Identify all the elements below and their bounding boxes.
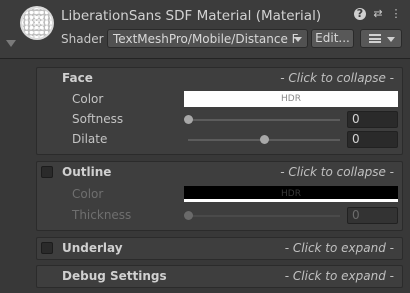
header-icons: ? ⇄ ⋮ (354, 8, 402, 20)
dilate-slider-thumb[interactable] (260, 135, 269, 144)
material-header: LiberationSans SDF Material (Material) ?… (0, 0, 410, 59)
material-title: LiberationSans SDF Material (Material) (61, 8, 322, 24)
face-title: Face (62, 71, 93, 85)
edit-shader-button[interactable]: Edit... (311, 29, 354, 48)
softness-input[interactable]: 0 (347, 111, 398, 128)
face-color-hdr: HDR (281, 94, 301, 104)
face-section: Face - Click to collapse - Color HDR Sof… (36, 67, 403, 155)
more-icon[interactable]: ⋮ (390, 8, 402, 20)
list-icon (369, 34, 381, 43)
softness-slider[interactable] (184, 115, 340, 124)
outline-color-field[interactable]: HDR (184, 186, 398, 202)
underlay-expand-hint: - Click to expand - (284, 241, 394, 255)
face-color-label: Color (72, 92, 104, 106)
dropdown-arrow-icon (294, 37, 302, 42)
outline-enable-checkbox[interactable] (41, 166, 53, 178)
outline-section-header[interactable]: Outline - Click to collapse - (37, 162, 402, 182)
preset-icon[interactable]: ⇄ (372, 8, 384, 20)
shader-options-button[interactable] (360, 29, 402, 48)
underlay-title: Underlay (62, 241, 123, 255)
shader-dropdown[interactable]: TextMeshPro/Mobile/Distance F (107, 29, 308, 48)
outline-title: Outline (62, 165, 112, 179)
underlay-section-header[interactable]: Underlay - Click to expand - (37, 238, 402, 258)
foldout-arrow-icon[interactable] (6, 40, 16, 47)
face-section-header[interactable]: Face - Click to collapse - (37, 68, 402, 88)
dropdown-arrow-icon (387, 37, 395, 42)
dilate-slider[interactable] (188, 135, 340, 144)
underlay-section: Underlay - Click to expand - (36, 237, 403, 260)
outline-color-label: Color (72, 187, 104, 201)
underlay-enable-checkbox[interactable] (41, 242, 53, 254)
softness-slider-thumb[interactable] (184, 115, 193, 124)
dilate-input[interactable]: 0 (347, 131, 398, 148)
debug-section: Debug Settings - Click to expand - (36, 265, 403, 288)
outline-section: Outline - Click to collapse - Color HDR … (36, 161, 403, 231)
help-icon[interactable]: ? (354, 8, 366, 20)
shader-dropdown-value: TextMeshPro/Mobile/Distance F (113, 32, 299, 46)
dilate-label: Dilate (72, 132, 108, 146)
face-color-field[interactable]: HDR (184, 91, 398, 107)
softness-label: Softness (72, 112, 124, 126)
thickness-label: Thickness (72, 208, 132, 222)
thickness-slider[interactable] (184, 211, 340, 220)
debug-section-header[interactable]: Debug Settings - Click to expand - (37, 266, 402, 286)
shader-label: Shader (61, 32, 104, 46)
face-collapse-hint: - Click to collapse - (280, 71, 394, 85)
outline-color-hdr: HDR (281, 189, 301, 199)
debug-title: Debug Settings (62, 269, 167, 283)
thickness-input[interactable]: 0 (347, 207, 398, 224)
debug-expand-hint: - Click to expand - (284, 269, 394, 283)
material-preview-thumbnail[interactable] (20, 6, 54, 40)
thickness-slider-thumb[interactable] (184, 211, 193, 220)
outline-collapse-hint: - Click to collapse - (280, 165, 394, 179)
